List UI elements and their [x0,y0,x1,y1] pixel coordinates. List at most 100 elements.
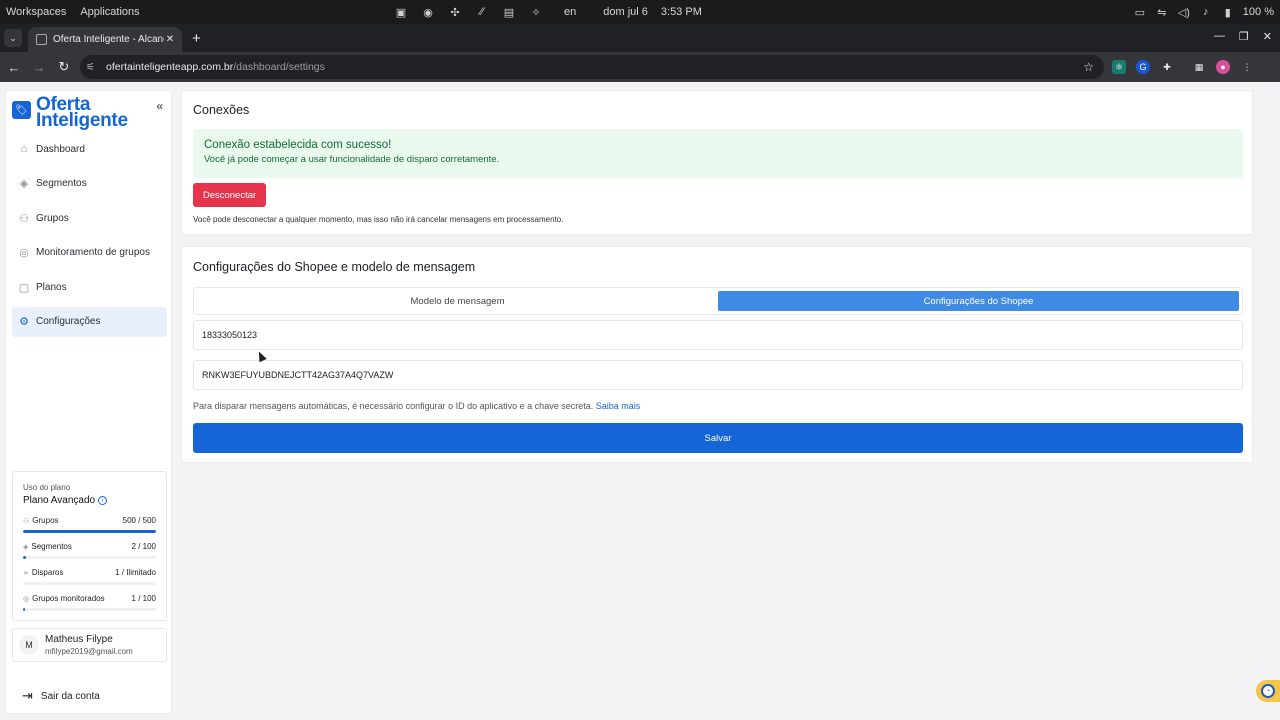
tab-modelo-mensagem[interactable]: Modelo de mensagem [197,291,718,311]
url-domain: ofertainteligenteapp.com.br [106,61,234,73]
mic-icon[interactable]: ♪ [1199,6,1213,18]
sidebar-item-label: Planos [36,281,67,293]
browser-tab[interactable]: Oferta Inteligente - Alcance ✕ [28,27,182,52]
tab-groups-icon[interactable]: ▦ [1192,60,1206,74]
disconnect-note: Você pode desconectar a qualquer momento… [193,215,564,224]
secret-key-input[interactable] [193,360,1243,390]
screen-icon[interactable]: ▭ [1133,6,1147,19]
volume-icon[interactable]: ◁) [1177,6,1191,19]
tag-icon: 🏷︎ [12,101,31,119]
avatar: M [19,635,39,655]
workspaces-menu[interactable]: Workspaces [6,6,66,18]
clock-time[interactable]: 3:53 PM [661,6,702,18]
settings-tabs: Modelo de mensagem Configurações do Shop… [193,287,1243,315]
network-icon[interactable]: ⇋ [1155,6,1169,19]
close-window-icon[interactable]: ✕ [1263,30,1272,43]
browser-nav-bar: ← → ↻ ⚟ ofertainteligenteapp.com.br/dash… [0,52,1280,82]
plan-name: Plano Avançado i [23,495,156,506]
battery-icon[interactable]: ▮ [1221,6,1235,19]
brand-logo[interactable]: 🏷︎ Oferta Inteligente [12,95,128,131]
usage-row: ◈ Segmentos 2 / 100 [23,542,156,551]
disconnect-button[interactable]: Desconectar [193,183,266,207]
logout-button[interactable]: ⇥ Sair da conta [22,688,100,704]
browser-tab-strip: ⌄ Oferta Inteligente - Alcance ✕ + — ❐ ✕ [0,24,1280,52]
extension-react-icon[interactable]: ⚛ [1112,60,1126,74]
monitor-icon: ◎ [23,595,30,603]
usage-row: ⚇ Grupos 500 / 500 [23,516,156,525]
tab-configuracoes-shopee[interactable]: Configurações do Shopee [718,291,1239,311]
tab-search-icon[interactable]: ⌄ [4,29,22,47]
usage-value: 1 / Ilimitado [115,568,156,577]
usage-progress-bar [23,530,156,533]
usage-progress-fill [23,530,156,533]
address-bar[interactable]: ⚟ ofertainteligenteapp.com.br/dashboard/… [80,55,1104,79]
home-icon: ⌂ [20,143,28,155]
brand-line-2: Inteligente [36,110,128,131]
app-id-input[interactable] [193,320,1243,350]
sidebar-item-label: Dashboard [36,143,85,155]
logout-icon: ⇥ [22,688,33,703]
success-alert: Conexão estabelecida com sucesso! Você j… [193,129,1243,178]
floating-assistant-widget[interactable]: ◔ [1256,680,1280,702]
logout-label: Sair da conta [40,690,100,702]
info-icon[interactable]: i [98,496,108,505]
help-text: Para disparar mensagens automáticas, é n… [193,401,641,411]
url-path: /dashboard/settings [233,61,325,73]
save-button[interactable]: Salvar [193,423,1243,453]
usage-label: ◎ Grupos monitorados [23,594,105,603]
connections-panel: Conexões Conexão estabelecida com sucess… [181,90,1253,235]
sidebar-item-planos[interactable]: ▢ Planos [12,272,167,302]
app-viewport: 🏷︎ Oferta Inteligente « ⌂ Dashboard ◈ Se… [0,82,1280,720]
keyboard-layout[interactable]: en [564,6,576,18]
sidebar-item-label: Monitoramento de grupos [36,247,150,259]
layers-icon: ◈ [19,178,29,191]
usage-progress-bar [23,556,156,559]
tray-chat-icon[interactable]: ▤ [502,6,516,19]
user-card[interactable]: M Matheus Filype mfilype2019@gmail.com [12,628,167,662]
restore-icon[interactable]: ❐ [1239,30,1249,43]
usage-progress-fill [23,608,25,611]
tab-title: Oferta Inteligente - Alcance [53,34,164,45]
minimize-icon[interactable]: — [1214,30,1225,43]
profile-avatar-icon[interactable]: ● [1216,60,1230,74]
battery-level: 100 % [1242,6,1274,18]
sidebar-item-configuracoes[interactable]: ⚙ Configurações [12,306,167,337]
tray-settings-icon[interactable]: ✧ [529,6,543,19]
clock-date[interactable]: dom jul 6 [603,6,648,18]
user-email: mfilype2019@gmail.com [45,647,133,656]
usage-label: ⚇ Grupos [23,516,59,525]
usage-list: ⚇ Grupos 500 / 500 ◈ Segmentos 2 / 100 ➢ Dispar… [23,516,156,611]
success-message: Você já pode começar a usar funcionalida… [204,154,500,165]
reload-icon[interactable]: ↻ [53,59,75,75]
tray-network-icon[interactable]: ✣ [448,6,462,19]
send-icon: ➢ [23,569,29,577]
sidebar-item-grupos[interactable]: ⚇ Grupos [12,203,167,233]
site-info-icon[interactable]: ⚟ [86,62,100,73]
tray-pen-icon[interactable]: ⁄⁄ [475,6,489,18]
sidebar-item-monitoramento[interactable]: ◎ Monitoramento de grupos [12,238,167,268]
usage-label: ➢ Disparos [23,568,64,577]
sidebar-item-dashboard[interactable]: ⌂ Dashboard [12,134,167,164]
extensions-puzzle-icon[interactable]: ✚ [1160,60,1174,74]
sidebar-item-segmentos[interactable]: ◈ Segmentos [12,169,167,199]
forward-icon[interactable]: → [28,60,50,75]
connections-title: Conexões [193,103,250,117]
browser-menu-icon[interactable]: ⋮ [1240,60,1254,74]
collapse-sidebar-icon[interactable]: « [156,99,163,113]
usage-value: 1 / 100 [131,594,156,603]
back-icon[interactable]: ← [3,60,25,75]
bookmark-star-icon[interactable]: ☆ [1083,60,1094,74]
new-tab-icon[interactable]: + [192,30,201,47]
assistant-icon: ◔ [1261,684,1275,698]
layers-icon: ◈ [23,543,29,551]
usage-value: 2 / 100 [131,542,156,551]
tray-browser-icon[interactable]: ◉ [421,6,435,19]
sidebar-item-label: Grupos [36,212,69,224]
tray-app-icon[interactable]: ▣ [394,6,408,19]
plan-usage-card: Uso do plano Plano Avançado i ⚇ Grupos 500… [12,471,167,621]
sidebar: 🏷︎ Oferta Inteligente « ⌂ Dashboard ◈ Se… [5,90,172,714]
extension-g-icon[interactable]: G [1136,60,1150,74]
applications-menu[interactable]: Applications [80,6,139,18]
learn-more-link[interactable]: Saiba mais [596,401,641,411]
tab-close-icon[interactable]: ✕ [164,34,176,45]
